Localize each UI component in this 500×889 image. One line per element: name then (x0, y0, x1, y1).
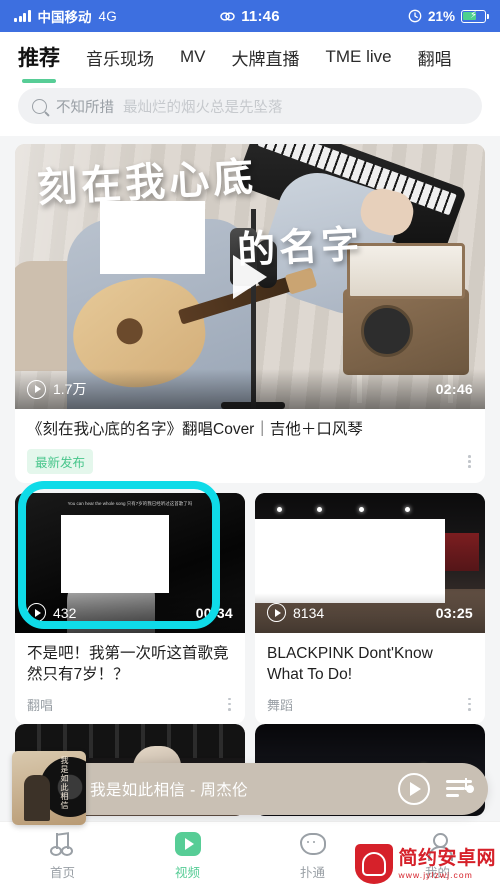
playlist-music-icon[interactable] (446, 777, 474, 801)
hero-thumbnail-footer: 1.7万 02:46 (15, 369, 485, 409)
search-icon (32, 98, 47, 114)
grid-card-2-body: BLACKPINK Dont'Know What To Do! 舞蹈 (255, 633, 485, 724)
signal-bars-icon (14, 10, 31, 22)
grid-card-2-category: 舞蹈 (267, 697, 294, 713)
watermark-name: 简约安卓网 (398, 847, 496, 869)
grid-card-2-play-count-label: 8134 (293, 604, 325, 621)
grid-card-1-duration-label: 00:34 (195, 604, 233, 621)
play-circle-icon[interactable] (398, 773, 430, 805)
search-keyword: 不知所措 (56, 99, 114, 116)
play-circle-icon (27, 379, 46, 399)
nav-item-video-label: 视频 (174, 865, 200, 880)
grid-card-1[interactable]: You can hear the whole song 只有7岁的我已经听过这首… (15, 492, 245, 724)
hero-meta-row: 最新发布 (27, 448, 473, 474)
turntable-plate (361, 305, 413, 357)
tab-star-live-label: 大牌直播 (231, 49, 300, 69)
charging-bolt-icon: ⚡ (469, 10, 478, 21)
grid-card-2-footer: 8134 03:25 (255, 592, 485, 633)
network-type-label: 4G (98, 8, 118, 24)
tab-mv-label: MV (180, 47, 206, 66)
carrier-label: 中国移动 (37, 10, 92, 25)
nav-item-home[interactable]: 首页 (0, 831, 125, 881)
more-vertical-icon[interactable] (226, 694, 233, 715)
grid-card-2-duration-label: 03:25 (435, 604, 473, 621)
hero-play-count: 1.7万 (27, 379, 86, 399)
grid-card-1-footer: 432 00:34 (15, 592, 245, 633)
hero-duration-label: 02:46 (435, 381, 473, 397)
clock-label: 11:46 (241, 7, 280, 25)
category-tab-bar: 推荐 音乐现场 MV 大牌直播 TME live 翻唱 (0, 32, 500, 84)
grid-card-2-thumbnail[interactable]: 8134 03:25 (255, 492, 485, 633)
hero-card-body: 《刻在我心底的名字》翻唱Cover｜吉他＋口风琴 最新发布 (15, 409, 485, 483)
grid-card-1-title: 不是吧！我第一次听这首歌竟然只有7岁！？ (27, 644, 229, 683)
stage-lights-shape (255, 506, 485, 517)
face-redaction-block (100, 201, 205, 274)
tab-mv[interactable]: MV (180, 47, 206, 69)
video-play-icon (174, 831, 201, 857)
status-badge: 最新发布 (27, 448, 94, 474)
battery-charging-icon: ⚡ (461, 9, 489, 23)
link-icon (220, 11, 235, 21)
grid-card-1-overlay-text: You can hear the whole song 只有7岁的我已经听过这首… (67, 500, 193, 506)
more-vertical-icon[interactable] (466, 694, 473, 715)
nav-item-video[interactable]: 视频 (125, 831, 250, 881)
grid-card-1-body: 不是吧！我第一次听这首歌竟然只有7岁！？ 翻唱 (15, 633, 245, 724)
tab-active-underline (22, 78, 56, 83)
grid-card-1-thumbnail[interactable]: You can hear the whole song 只有7岁的我已经听过这首… (15, 492, 245, 633)
music-note-icon (49, 831, 75, 857)
grid-card-1-redaction-block (61, 514, 169, 593)
album-art-title: 我是如此相信 (60, 756, 69, 810)
tab-recommend[interactable]: 推荐 (18, 42, 60, 83)
tab-cover-label: 翻唱 (417, 49, 452, 69)
grid-card-2-title: BLACKPINK Dont'Know What To Do! (267, 644, 433, 683)
search-section: 不知所措 最灿烂的烟火总是先坠落 (0, 84, 500, 136)
nav-item-home-label: 首页 (49, 865, 75, 880)
tab-cover[interactable]: 翻唱 (418, 45, 452, 72)
grid-card-2[interactable]: 8134 03:25 BLACKPINK Dont'Know What To D… (255, 492, 485, 724)
tab-recommend-label: 推荐 (18, 47, 60, 70)
watermark-url: www.jylzwj.com (398, 869, 473, 880)
mini-player[interactable]: 我是如此相信 我是如此相信 - 周杰伦 (12, 751, 488, 825)
android-shield-icon (355, 844, 394, 884)
status-bar: 中国移动 4G 11:46 21% ⚡ (0, 0, 500, 32)
search-suggestion: 最灿烂的烟火总是先坠落 (123, 99, 283, 116)
battery-percent-label: 21% (427, 8, 455, 24)
play-circle-icon (267, 603, 286, 623)
hero-video-card[interactable]: 刻在我心底 的名字 1.7万 02:46 《刻在我心底的名字》翻唱Cover｜吉… (15, 144, 485, 483)
grid-card-2-play-count: 8134 (267, 603, 325, 623)
grid-card-1-category: 翻唱 (27, 697, 54, 713)
turntable-shape (343, 243, 469, 375)
watermark-text: 简约安卓网 www.jylzwj.com (398, 849, 496, 880)
chat-bubble-icon (299, 831, 326, 857)
album-figure-shape (24, 775, 50, 821)
tab-star-live[interactable]: 大牌直播 (232, 45, 300, 72)
search-input[interactable]: 不知所措 最灿烂的烟火总是先坠落 (18, 88, 482, 124)
grid-card-1-play-count-label: 432 (53, 604, 77, 621)
play-triangle-icon[interactable] (233, 254, 267, 299)
now-playing-title: 我是如此相信 - 周杰伦 (90, 782, 249, 799)
tab-tme-live-label: TME live (325, 47, 392, 66)
grid-card-1-meta-row: 翻唱 (27, 694, 233, 715)
tab-live-music-label: 音乐现场 (86, 49, 154, 69)
turntable-lid (347, 243, 465, 299)
status-bar-right: 21% ⚡ (408, 8, 489, 24)
status-bar-left: 中国移动 4G (14, 6, 117, 26)
grid-card-1-play-count: 432 (27, 603, 77, 623)
site-watermark: 简约安卓网 www.jylzwj.com (351, 841, 500, 887)
more-vertical-icon[interactable] (466, 451, 473, 472)
nav-item-putong-label: 扑通 (299, 865, 325, 880)
album-art[interactable]: 我是如此相信 (12, 751, 86, 825)
hero-thumbnail[interactable]: 刻在我心底 的名字 1.7万 02:46 (15, 144, 485, 409)
tab-tme-live[interactable]: TME live (326, 47, 392, 69)
grid-card-2-redaction-block (255, 518, 445, 603)
alarm-icon (408, 9, 422, 23)
play-circle-icon (27, 603, 46, 623)
hero-title: 《刻在我心底的名字》翻唱Cover｜吉他＋口风琴 (27, 421, 363, 438)
video-grid-row: You can hear the whole song 只有7岁的我已经听过这首… (15, 492, 485, 724)
grid-card-2-meta-row: 舞蹈 (267, 694, 473, 715)
hero-play-count-label: 1.7万 (53, 381, 87, 397)
tab-live-music[interactable]: 音乐现场 (86, 45, 154, 72)
